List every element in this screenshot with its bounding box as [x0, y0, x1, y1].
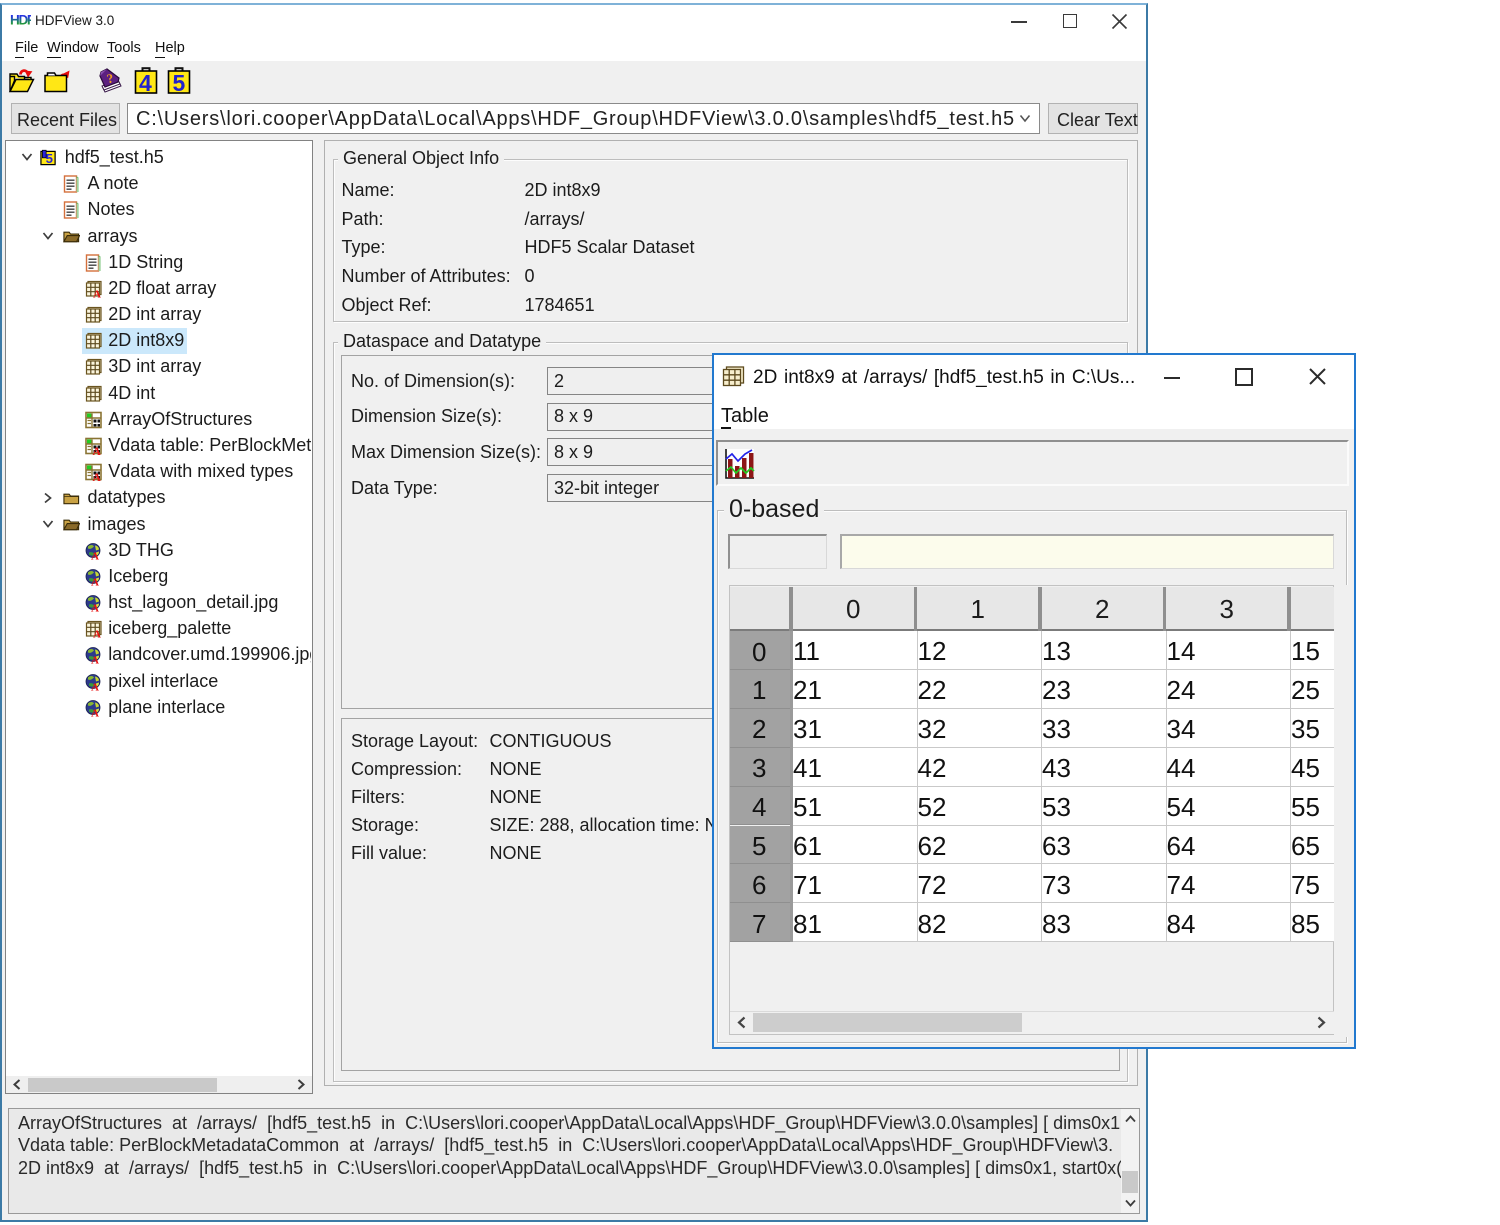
- svg-text:HDF: HDF: [10, 13, 31, 28]
- svg-text:5: 5: [173, 70, 186, 95]
- svg-text:4: 4: [139, 70, 152, 95]
